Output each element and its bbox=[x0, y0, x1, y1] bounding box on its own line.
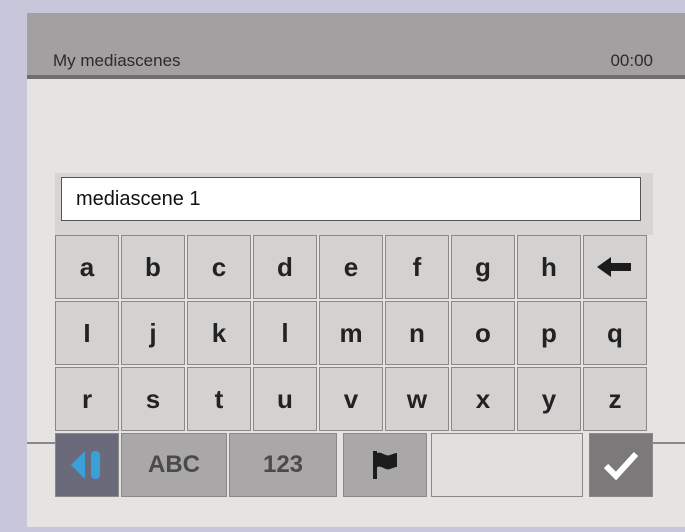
key-e[interactable]: e bbox=[319, 235, 383, 299]
key-a[interactable]: a bbox=[55, 235, 119, 299]
key-h[interactable]: h bbox=[517, 235, 581, 299]
key-n[interactable]: n bbox=[385, 301, 449, 365]
language-key[interactable] bbox=[343, 433, 427, 497]
space-key[interactable] bbox=[431, 433, 583, 497]
nav-left-icon bbox=[71, 451, 100, 479]
input-container: mediascene 1 bbox=[55, 173, 653, 235]
header-bar: My mediascenes 00:00 bbox=[27, 13, 685, 79]
key-c[interactable]: c bbox=[187, 235, 251, 299]
key-d[interactable]: d bbox=[253, 235, 317, 299]
key-k[interactable]: k bbox=[187, 301, 251, 365]
key-z[interactable]: z bbox=[583, 367, 647, 431]
key-u[interactable]: u bbox=[253, 367, 317, 431]
key-l[interactable]: l bbox=[253, 301, 317, 365]
key-I[interactable]: I bbox=[55, 301, 119, 365]
name-input[interactable]: mediascene 1 bbox=[61, 177, 641, 221]
key-v[interactable]: v bbox=[319, 367, 383, 431]
key-m[interactable]: m bbox=[319, 301, 383, 365]
key-o[interactable]: o bbox=[451, 301, 515, 365]
device-screen: My mediascenes 00:00 mediascene 1 a b c … bbox=[27, 13, 685, 527]
confirm-key[interactable] bbox=[589, 433, 653, 497]
divider-left bbox=[27, 442, 55, 444]
page-title: My mediascenes bbox=[53, 51, 181, 70]
key-t[interactable]: t bbox=[187, 367, 251, 431]
key-x[interactable]: x bbox=[451, 367, 515, 431]
divider-right bbox=[653, 442, 685, 444]
key-q[interactable]: q bbox=[583, 301, 647, 365]
backspace-key[interactable] bbox=[583, 235, 647, 299]
key-w[interactable]: w bbox=[385, 367, 449, 431]
key-s[interactable]: s bbox=[121, 367, 185, 431]
key-r[interactable]: r bbox=[55, 367, 119, 431]
numbers-key[interactable]: 123 bbox=[229, 433, 337, 497]
key-f[interactable]: f bbox=[385, 235, 449, 299]
clock: 00:00 bbox=[610, 51, 653, 70]
checkmark-icon bbox=[603, 451, 639, 480]
nav-back-key[interactable] bbox=[55, 433, 119, 497]
arrow-left-icon bbox=[597, 257, 631, 277]
key-g[interactable]: g bbox=[451, 235, 515, 299]
key-p[interactable]: p bbox=[517, 301, 581, 365]
abc-key[interactable]: ABC bbox=[121, 433, 227, 497]
key-j[interactable]: j bbox=[121, 301, 185, 365]
key-y[interactable]: y bbox=[517, 367, 581, 431]
key-b[interactable]: b bbox=[121, 235, 185, 299]
flag-icon bbox=[373, 451, 397, 479]
